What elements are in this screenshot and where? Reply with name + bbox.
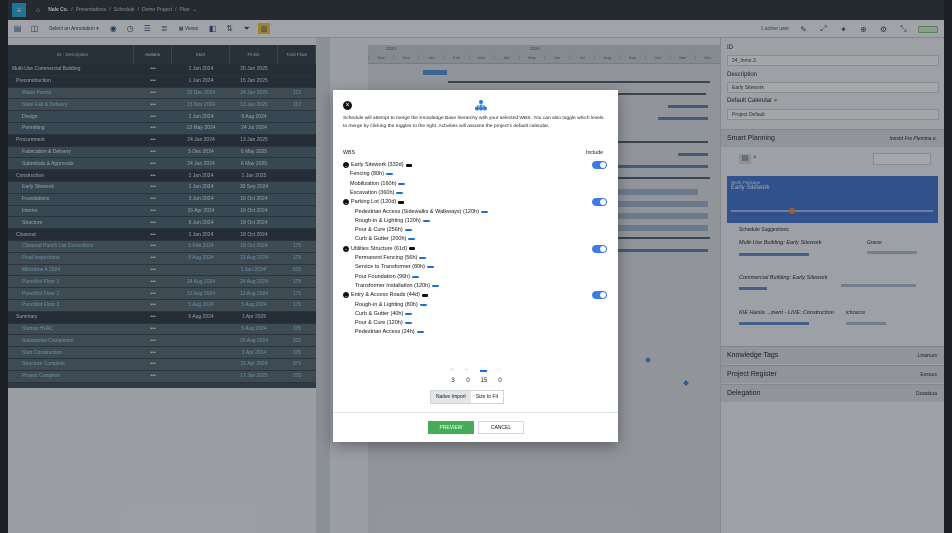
include-toggle[interactable] bbox=[592, 291, 607, 300]
add-icon: + bbox=[464, 365, 469, 374]
wbs-group-label: Early Sitework (332d) bbox=[351, 162, 404, 168]
wbs-item: Pour & Cure (256h) bbox=[355, 227, 412, 233]
wbs-item: Transformer Installation (120h) bbox=[355, 283, 439, 289]
wbs-item-label: Curb & Gutter (40h) bbox=[355, 310, 404, 317]
wbs-item: Pour Foundation (96h) bbox=[355, 273, 420, 280]
chevron-down-icon[interactable]: ⌄ bbox=[343, 199, 349, 206]
wbs-group[interactable]: ⌄ Entry & Access Roads (44d) bbox=[343, 292, 428, 299]
wbs-group[interactable]: ⌄ Utilities Structure (61d) bbox=[343, 245, 415, 252]
dialog-footer-divider bbox=[333, 412, 618, 413]
duration-bar-icon bbox=[405, 312, 413, 315]
hierarchy-icon bbox=[475, 100, 487, 113]
wbs-item-label: Pedestrian Access (24h) bbox=[355, 329, 415, 336]
wbs-item: Pour & Cure (120h) bbox=[355, 320, 412, 326]
scissors-icon: ✂ bbox=[449, 367, 455, 374]
wbs-item-label: Pedestrian Access (Sidewalks & Walkways)… bbox=[355, 208, 479, 215]
duration-bar-icon bbox=[412, 275, 420, 278]
wbs-group[interactable]: ⌄ Early Sitework (332d) bbox=[343, 162, 412, 168]
duration-bar-icon bbox=[408, 238, 416, 241]
stat-split: 3 bbox=[451, 378, 455, 384]
wbs-group-label: Entry & Access Roads (44d) bbox=[351, 292, 420, 299]
duration-bar-icon bbox=[385, 173, 393, 176]
include-column-label: Include bbox=[586, 150, 604, 156]
chevron-down-icon[interactable]: ⌄ bbox=[343, 292, 349, 299]
cancel-button[interactable]: CANCEL bbox=[478, 421, 524, 434]
summary-bar-icon bbox=[421, 293, 428, 297]
wbs-item: Curb & Gutter (200h) bbox=[355, 236, 416, 243]
wbs-item: Service to Transformer (80h) bbox=[355, 264, 434, 270]
duration-bar-icon bbox=[396, 191, 404, 194]
duration-bar-icon bbox=[427, 266, 434, 269]
chevron-down-icon[interactable]: ⌄ bbox=[343, 245, 349, 252]
wbs-item-label: Rough-in & Lighting (120h) bbox=[355, 217, 421, 224]
dialog-description: Schedule will attempt to merge the Knowl… bbox=[343, 116, 604, 129]
summary-bar-icon bbox=[398, 200, 405, 204]
wbs-item: Rough-in & Lighting (120h) bbox=[355, 218, 430, 224]
wbs-column-label: WBS bbox=[343, 150, 356, 156]
wbs-item: Fencing (80h) bbox=[350, 171, 393, 177]
include-toggle[interactable] bbox=[592, 161, 607, 169]
wbs-group-label: Parking Lot (120d) bbox=[351, 199, 397, 206]
preview-button[interactable]: PREVIEW bbox=[428, 421, 474, 434]
wbs-item-label: Pour & Cure (256h) bbox=[355, 227, 403, 234]
duration-bar-icon bbox=[416, 331, 424, 334]
wbs-item-label: Fencing (80h) bbox=[350, 171, 384, 178]
include-toggle[interactable] bbox=[592, 244, 607, 253]
wbs-item: Rough-in & Lighting (80h) bbox=[355, 302, 427, 308]
wbs-group-label: Utilities Structure (61d) bbox=[351, 245, 407, 252]
stat-activities: 15 bbox=[480, 378, 488, 384]
wbs-item: Excavation (360h) bbox=[350, 189, 404, 196]
wbs-item-label: Mobilization (160h) bbox=[350, 180, 397, 187]
close-icon[interactable]: × bbox=[343, 101, 352, 110]
wbs-item-label: Pour & Cure (120h) bbox=[355, 320, 403, 327]
duration-bar-icon bbox=[404, 229, 412, 232]
wbs-item: Pedestrian Access (Sidewalks & Walkways)… bbox=[355, 209, 488, 215]
import-mode-toggle: Native Import Size to Fit bbox=[430, 390, 504, 404]
wbs-item: Mobilization (160h) bbox=[350, 180, 406, 187]
summary-bar-icon bbox=[408, 247, 415, 251]
wbs-item-label: Rough-in & Lighting (80h) bbox=[355, 301, 418, 308]
stat-added: 0 bbox=[466, 378, 470, 384]
merge-wbs-dialog: × Schedule will attempt to merge the Kno… bbox=[333, 90, 618, 442]
duration-icon bbox=[480, 370, 487, 372]
wbs-item-label: Permanent Fencing (56h) bbox=[355, 255, 418, 261]
wbs-item-label: Curb & Gutter (200h) bbox=[355, 236, 407, 243]
milestone-icon: ◇ bbox=[496, 367, 502, 374]
wbs-group[interactable]: ⌄ Parking Lot (120d) bbox=[343, 199, 405, 206]
duration-bar-icon bbox=[404, 322, 412, 325]
wbs-item-label: Excavation (360h) bbox=[350, 189, 395, 196]
wbs-item-label: Pour Foundation (96h) bbox=[355, 273, 411, 280]
include-toggle[interactable] bbox=[592, 198, 607, 207]
stat-milestones: 0 bbox=[498, 378, 502, 384]
duration-bar-icon bbox=[480, 210, 488, 213]
summary-bar-icon bbox=[405, 163, 412, 167]
duration-bar-icon bbox=[432, 284, 439, 287]
duration-bar-icon bbox=[422, 219, 430, 222]
wbs-item-label: Transformer Installation (120h) bbox=[355, 282, 430, 289]
duration-bar-icon bbox=[419, 303, 427, 306]
chevron-down-icon[interactable]: ⌄ bbox=[343, 162, 349, 168]
wbs-item: Curb & Gutter (40h) bbox=[355, 310, 413, 317]
wbs-item: Permanent Fencing (56h) bbox=[355, 255, 427, 261]
wbs-item: Pedestrian Access (24h) bbox=[355, 329, 424, 335]
duration-bar-icon bbox=[419, 257, 427, 259]
duration-bar-icon bbox=[398, 182, 406, 185]
wbs-item-label: Service to Transformer (80h) bbox=[355, 264, 425, 271]
size-to-fit-option[interactable]: Size to Fit bbox=[471, 391, 503, 403]
native-import-option[interactable]: Native Import bbox=[431, 391, 471, 403]
